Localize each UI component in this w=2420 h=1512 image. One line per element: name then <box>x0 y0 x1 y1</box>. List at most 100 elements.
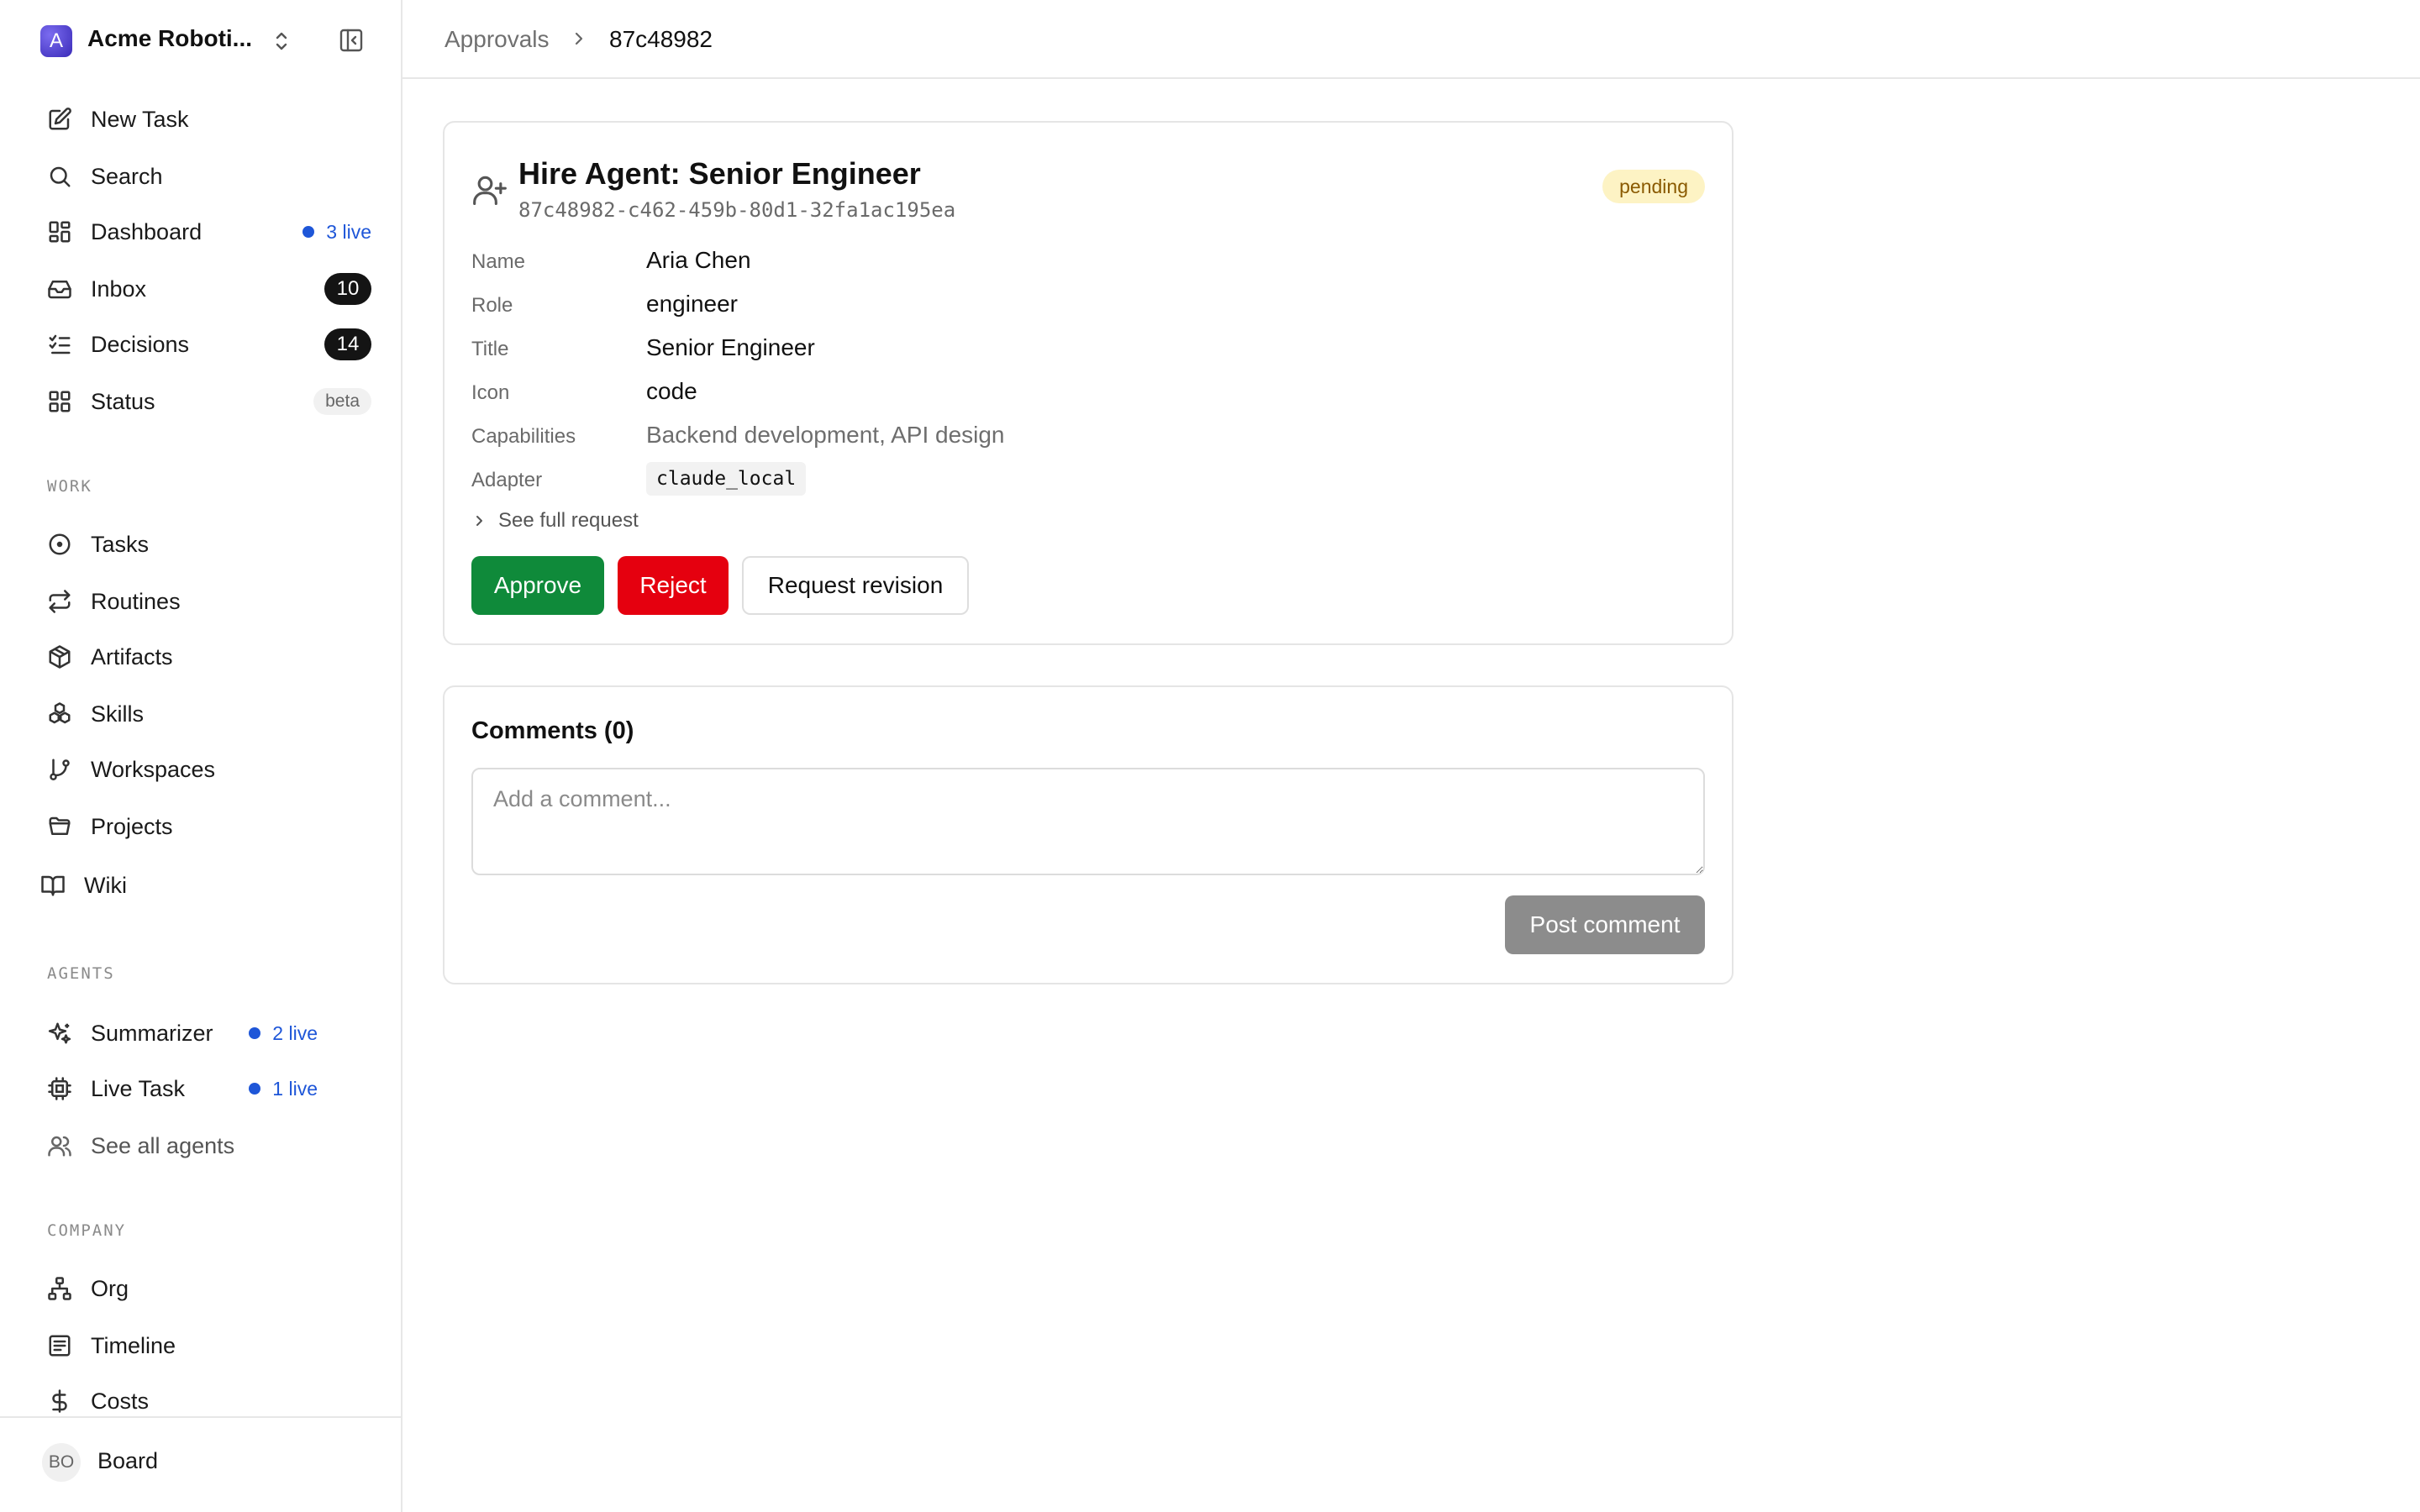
nav-routines[interactable]: Routines <box>30 578 371 625</box>
nav-label: Costs <box>91 1388 150 1414</box>
comment-input[interactable] <box>471 768 1705 875</box>
git-branch-icon <box>45 755 74 784</box>
beta-badge: beta <box>313 388 371 415</box>
org-chart-icon <box>45 1274 74 1303</box>
live-dot <box>302 226 315 238</box>
book-icon <box>39 871 67 900</box>
nav-label: Artifacts <box>91 643 173 669</box>
package-icon <box>45 643 74 671</box>
comments-card: Comments (0) Post comment <box>443 685 1733 984</box>
field-label-capabilities: Capabilities <box>471 425 576 448</box>
nav-tasks[interactable]: Tasks <box>30 521 371 568</box>
users-icon <box>45 1131 74 1160</box>
live-count: 2 live <box>272 1021 318 1044</box>
nav-label: Decisions <box>91 331 190 357</box>
nav-label: Timeline <box>91 1332 176 1358</box>
nav-agent-summarizer[interactable]: Summarizer 2 live <box>30 1010 371 1057</box>
avatar[interactable]: BO <box>42 1443 81 1482</box>
nav-label: Dashboard <box>91 218 203 244</box>
nav-new-task[interactable]: New Task <box>30 96 371 143</box>
live-count: 1 live <box>272 1077 318 1100</box>
dashboard-icon <box>45 218 74 246</box>
sparkles-icon <box>45 1019 74 1047</box>
nav-status[interactable]: Status beta <box>30 378 371 425</box>
post-comment-button[interactable]: Post comment <box>1505 895 1705 954</box>
field-value-icon: code <box>646 378 697 404</box>
boxes-icon <box>45 700 74 728</box>
nav-dashboard[interactable]: Dashboard 3 live <box>30 208 371 255</box>
field-value-title: Senior Engineer <box>646 334 815 360</box>
nav-label: Status <box>91 388 155 414</box>
live-count: 3 live <box>326 220 371 243</box>
panel-collapse-icon[interactable] <box>336 25 366 55</box>
field-value-adapter: claude_local <box>646 462 807 496</box>
nav-label: Search <box>91 163 163 189</box>
approval-card: Hire Agent: Senior Engineer 87c48982-c46… <box>443 121 1733 645</box>
edit-icon <box>45 105 74 134</box>
decisions-count-badge: 14 <box>324 328 371 360</box>
nav-label: Skills <box>91 701 145 727</box>
nav-search[interactable]: Search <box>30 153 371 200</box>
nav-skills[interactable]: Skills <box>30 690 371 738</box>
user-label[interactable]: Board <box>97 1448 158 1474</box>
dollar-icon <box>45 1387 74 1415</box>
nav-workspaces[interactable]: Workspaces <box>30 746 371 793</box>
nav-label: See all agents <box>91 1132 235 1158</box>
section-label-company: COMPANY <box>47 1221 127 1240</box>
nav-label: Wiki <box>84 872 127 898</box>
nav-inbox[interactable]: Inbox 10 <box>30 265 371 312</box>
nav-agent-live-task[interactable]: Live Task 1 live <box>30 1065 371 1112</box>
breadcrumb-current: 87c48982 <box>609 26 713 52</box>
repeat-icon <box>45 587 74 616</box>
main-content: Approvals 87c48982 Hire Agent: Senior En… <box>402 0 2420 1512</box>
live-dot <box>249 1083 261 1095</box>
company-logo[interactable]: A <box>40 25 72 57</box>
field-label-role: Role <box>471 294 513 317</box>
see-full-request-label: See full request <box>498 509 639 532</box>
checklist-icon <box>45 330 74 359</box>
nav-label: Inbox <box>91 276 147 302</box>
nav-decisions[interactable]: Decisions 14 <box>30 321 371 368</box>
breadcrumb-approvals[interactable]: Approvals <box>445 26 550 53</box>
user-plus-icon <box>471 171 508 208</box>
timeline-icon <box>45 1331 74 1360</box>
cpu-icon <box>45 1074 74 1103</box>
nav-label: Org <box>91 1275 129 1301</box>
circle-dot-icon <box>45 530 74 559</box>
nav-see-all-agents[interactable]: See all agents <box>30 1122 371 1169</box>
request-revision-button[interactable]: Request revision <box>742 556 969 615</box>
chevron-up-down-icon[interactable] <box>271 25 292 57</box>
field-value-capabilities: Backend development, API design <box>646 422 1005 448</box>
live-indicator: 3 live <box>302 208 371 255</box>
nav-label: New Task <box>91 106 189 132</box>
comments-title: Comments (0) <box>471 717 634 744</box>
nav-label: Workspaces <box>91 756 216 782</box>
nav-label: Projects <box>91 813 173 839</box>
section-label-agents: AGENTS <box>47 964 115 983</box>
nav-artifacts[interactable]: Artifacts <box>30 633 371 680</box>
nav-timeline[interactable]: Timeline <box>30 1322 371 1369</box>
inbox-icon <box>45 275 74 303</box>
see-full-request-toggle[interactable]: See full request <box>471 509 639 533</box>
grid-icon <box>45 387 74 416</box>
sidebar: A Acme Roboti... New Task Search Dashboa… <box>0 0 402 1512</box>
live-dot <box>249 1027 261 1039</box>
chevron-right-icon <box>571 30 587 47</box>
field-label-adapter: Adapter <box>471 469 543 491</box>
nav-wiki[interactable]: Wiki <box>24 862 365 909</box>
approve-button[interactable]: Approve <box>471 556 604 615</box>
nav-label: Tasks <box>91 531 150 557</box>
field-label-name: Name <box>471 250 526 273</box>
nav-projects[interactable]: Projects <box>30 803 371 850</box>
approval-id: 87c48982-c462-459b-80d1-32fa1ac195ea <box>518 198 956 222</box>
reject-button[interactable]: Reject <box>618 556 729 615</box>
nav-org[interactable]: Org <box>30 1265 371 1312</box>
field-value-role: engineer <box>646 291 738 317</box>
nav-label: Routines <box>91 588 181 614</box>
section-label-work: WORK <box>47 477 92 496</box>
search-icon <box>45 162 74 191</box>
company-name[interactable]: Acme Roboti... <box>87 25 252 52</box>
breadcrumb: Approvals 87c48982 <box>402 0 2420 79</box>
user-footer[interactable]: BO Board <box>0 1416 401 1512</box>
nav-label: Summarizer <box>91 1020 213 1046</box>
